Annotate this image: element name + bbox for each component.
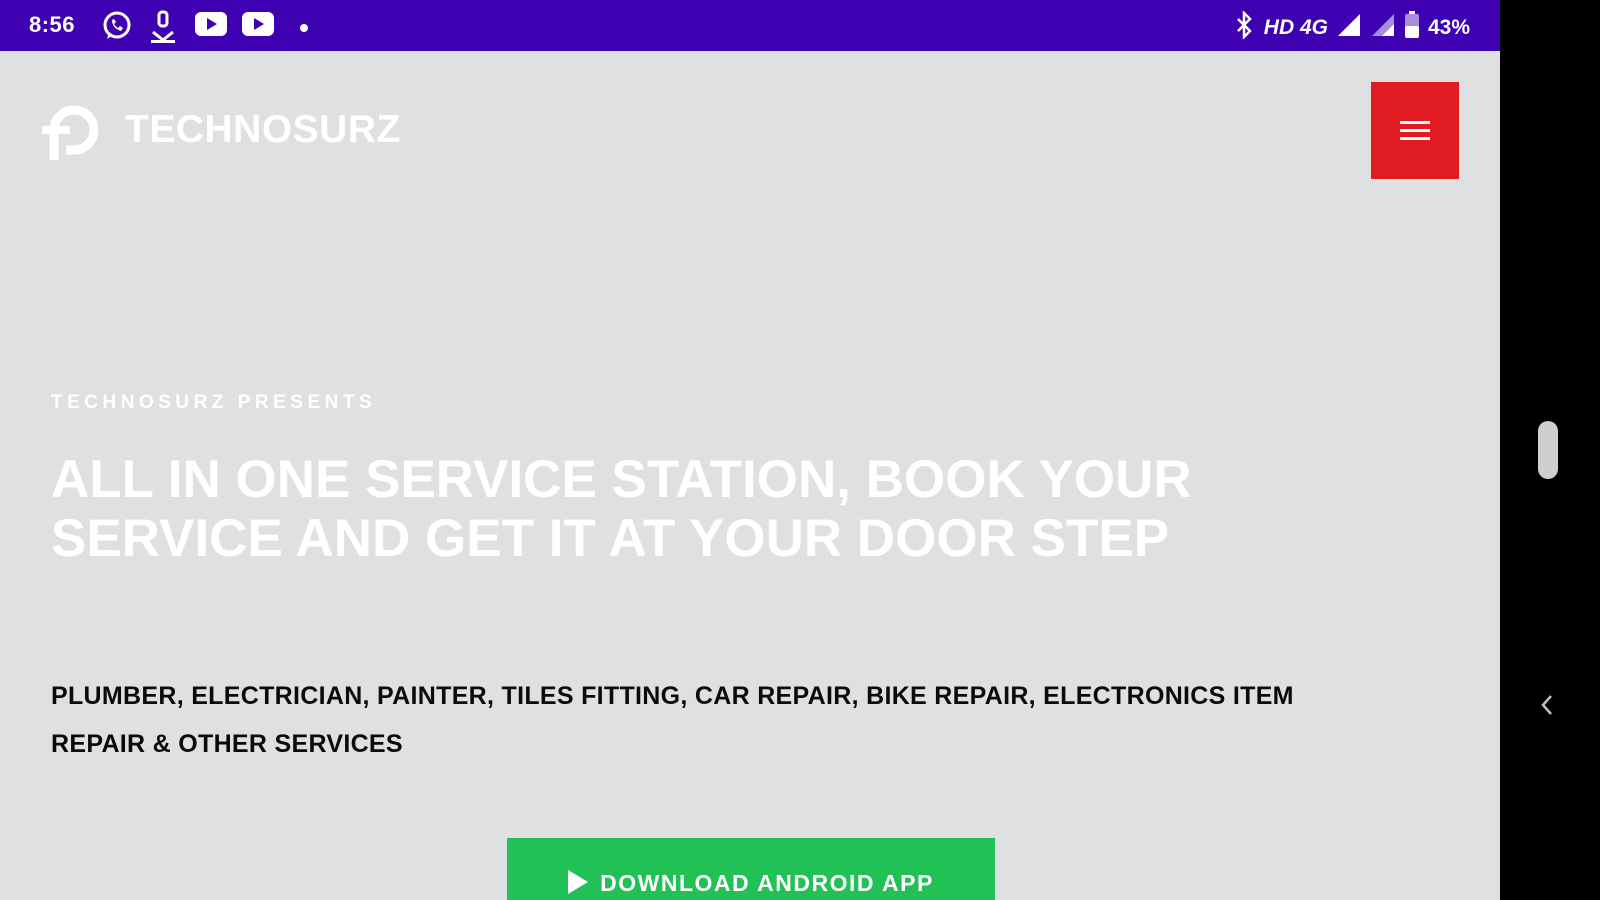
hamburger-menu-button[interactable] bbox=[1371, 82, 1459, 179]
status-right-group: HD 4G 43% bbox=[1234, 9, 1470, 45]
signal-icon bbox=[1370, 12, 1396, 44]
scroll-handle[interactable] bbox=[1538, 421, 1558, 479]
signal-icon bbox=[1336, 12, 1362, 44]
download-button-label: DOWNLOAD ANDROID APP bbox=[600, 870, 934, 896]
status-bar: 8:56 HD 4G 43% bbox=[0, 0, 1500, 51]
youtube-icon bbox=[241, 10, 275, 43]
battery-percent: 43% bbox=[1427, 16, 1470, 39]
download-icon bbox=[148, 10, 178, 49]
hero-eyebrow: TECHNOSURZ PRESENTS bbox=[51, 392, 377, 413]
battery-icon bbox=[1404, 11, 1420, 45]
bluetooth-icon bbox=[1234, 9, 1256, 45]
network-type-label: HD 4G bbox=[1263, 16, 1328, 39]
chevron-left-icon[interactable] bbox=[1540, 694, 1554, 716]
browser-viewport: 8:56 HD 4G 43% TECHNOSURZ TECHNOSURZ PRE… bbox=[0, 0, 1500, 900]
hero-headline: ALL IN ONE SERVICE STATION, BOOK YOUR SE… bbox=[51, 450, 1192, 568]
whatsapp-icon bbox=[101, 10, 133, 47]
services-list: PLUMBER, ELECTRICIAN, PAINTER, TILES FIT… bbox=[51, 682, 1294, 758]
play-icon bbox=[568, 870, 589, 894]
logo-icon[interactable] bbox=[42, 100, 99, 162]
brand-name[interactable]: TECHNOSURZ bbox=[125, 108, 401, 152]
youtube-icon bbox=[194, 10, 228, 43]
hamburger-icon bbox=[1400, 121, 1430, 124]
status-time: 8:56 bbox=[29, 12, 76, 37]
dot-icon bbox=[299, 20, 309, 38]
download-android-app-button[interactable]: DOWNLOAD ANDROID APP bbox=[507, 838, 995, 900]
